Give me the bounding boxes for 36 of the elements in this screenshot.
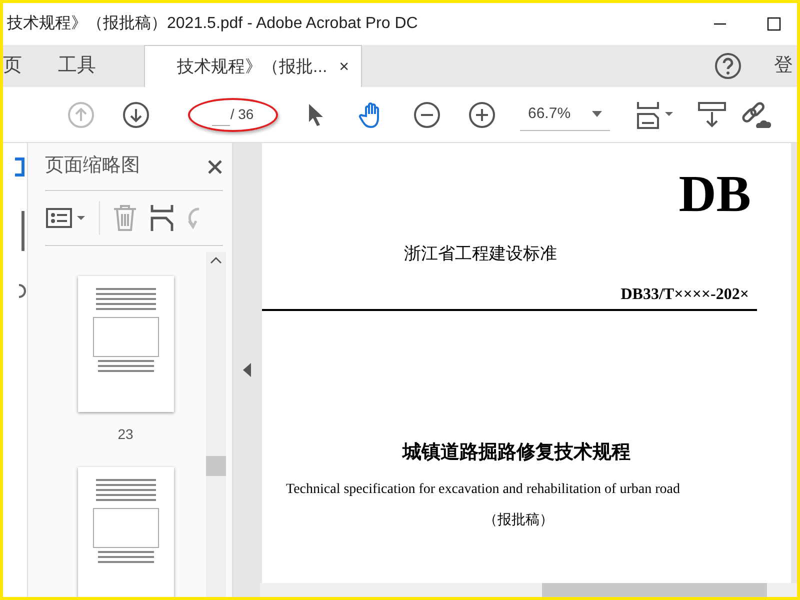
window-title: 技术规程》（报批稿）2021.5.pdf - Adobe Acrobat Pro DC [7,14,418,34]
close-icon[interactable] [207,158,223,174]
document-title: 城镇道路掘路修复技术规程 [402,440,630,464]
page-fit-icon[interactable] [635,100,675,130]
close-tab-button[interactable]: × [339,54,349,80]
link-cloud-icon[interactable] [739,100,771,130]
panel-title: 页面缩略图 [45,154,140,178]
nav-tab[interactable]: 工具 [46,45,144,87]
sign-in-link[interactable]: 登 [774,52,793,80]
draft-status-label: （报批稿） [484,512,554,530]
collapse-arrow-icon[interactable] [242,363,250,377]
zoom-dropdown[interactable]: 66.7% [520,98,610,130]
page-thumbnail[interactable] [78,276,174,412]
page-number-label: 23 [118,425,134,444]
scroll-up-icon[interactable] [210,256,222,264]
maximize-icon[interactable] [767,17,781,31]
options-list-icon[interactable] [45,207,87,229]
document-tab[interactable]: 技术规程》（报批... × [144,45,362,87]
caret-icon [592,111,602,117]
zoom-in-icon[interactable] [468,100,496,128]
standard-logo: DB [678,169,751,221]
download-icon[interactable] [697,100,727,130]
insert-page-icon[interactable] [150,204,174,232]
zoom-out-icon[interactable] [413,100,441,128]
nav-tab[interactable]: 页 [3,45,46,87]
horizontal-scrollbar-thumb[interactable] [542,583,767,597]
thumbnails-icon[interactable] [15,155,27,179]
help-icon[interactable] [714,52,742,80]
next-page-icon[interactable] [122,100,150,128]
page-number-field[interactable]: / 36 [188,98,278,132]
scrollbar-thumb[interactable] [206,456,226,476]
english-title: Technical specification for excavation and rehabilitation of urban road [286,481,681,499]
standard-code: DB33/T××××-202× [620,284,749,304]
category-label: 浙江省工程建设标准 [404,243,558,265]
page-thumbnail[interactable] [78,467,174,597]
scrollbar[interactable] [206,252,226,597]
